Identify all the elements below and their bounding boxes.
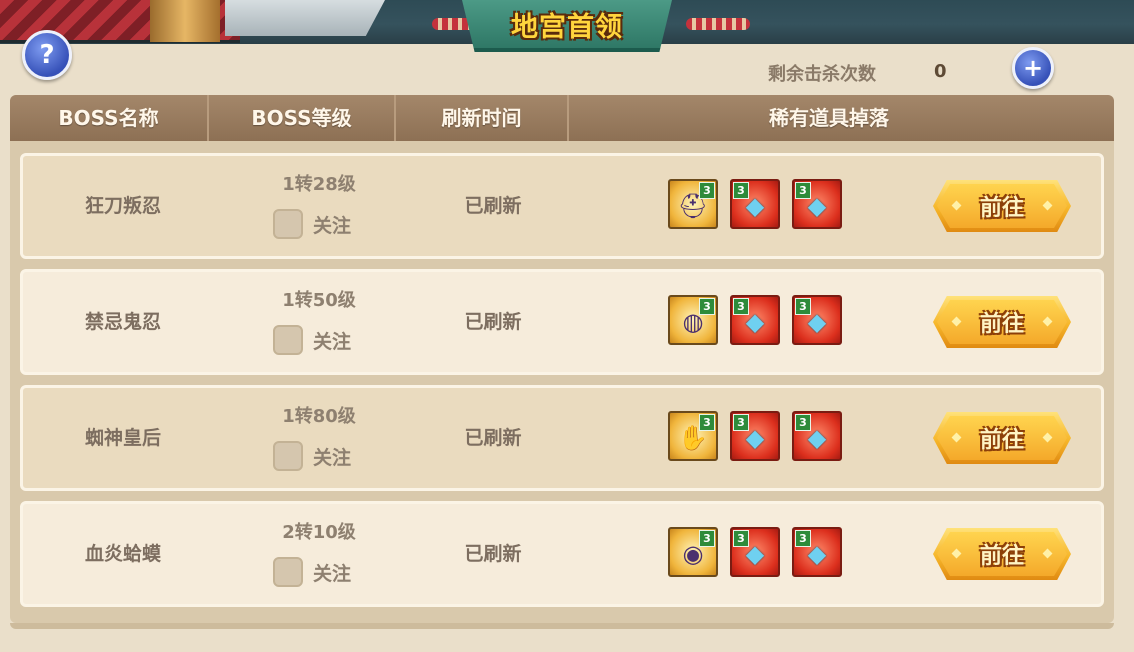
follow-label: 关注 xyxy=(313,562,352,585)
boss-row: 蜘神皇后 1转80级 关注 已刷新 ✋ 3 ◆ 3 ◆ 3 前往 xyxy=(20,385,1104,491)
item-quality-badge: 3 xyxy=(699,414,715,431)
column-header-name: BOSS名称 xyxy=(10,95,209,141)
boss-name: 蜘神皇后 xyxy=(84,427,161,449)
boss-level: 1转50级 xyxy=(282,290,356,311)
column-header-refresh: 刷新时间 xyxy=(396,95,569,141)
follow-checkbox[interactable] xyxy=(273,325,303,355)
drop-items: ✋ 3 ◆ 3 ◆ 3 xyxy=(668,411,842,461)
boss-level: 2转10级 xyxy=(282,522,356,543)
follow-checkbox[interactable] xyxy=(273,557,303,587)
item-quality-badge: 3 xyxy=(699,182,715,199)
follow-label: 关注 xyxy=(313,446,352,469)
boss-row: 禁忌鬼忍 1转50级 关注 已刷新 ◍ 3 ◆ 3 ◆ 3 前往 xyxy=(20,269,1104,375)
follow-toggle[interactable]: 关注 xyxy=(273,440,351,472)
go-button[interactable]: 前往 xyxy=(933,180,1071,232)
go-button-label: 前往 xyxy=(979,196,1024,221)
drop-item[interactable]: ◆ 3 xyxy=(792,179,842,229)
drop-item[interactable]: ◉ 3 xyxy=(668,527,718,577)
follow-toggle[interactable]: 关注 xyxy=(273,324,351,356)
remaining-kills-value: 0 xyxy=(934,61,947,82)
remaining-kills-label: 剩余击杀次数 xyxy=(768,64,876,85)
plus-icon: + xyxy=(1022,54,1044,82)
go-button-label: 前往 xyxy=(979,312,1024,337)
item-quality-badge: 3 xyxy=(733,414,749,431)
drop-item[interactable]: ◆ 3 xyxy=(792,527,842,577)
go-button[interactable]: 前往 xyxy=(933,296,1071,348)
refresh-status: 已刷新 xyxy=(464,311,522,333)
refresh-status: 已刷新 xyxy=(464,543,522,565)
follow-label: 关注 xyxy=(313,330,352,353)
item-quality-badge: 3 xyxy=(795,182,811,199)
drop-items: ⛑ 3 ◆ 3 ◆ 3 xyxy=(668,179,842,229)
boss-row: 狂刀叛忍 1转28级 关注 已刷新 ⛑ 3 ◆ 3 ◆ 3 前往 xyxy=(20,153,1104,259)
drop-item[interactable]: ⛑ 3 xyxy=(668,179,718,229)
title-plate: 地宫首领 xyxy=(462,0,672,52)
follow-toggle[interactable]: 关注 xyxy=(273,208,351,240)
boss-level: 1转80级 xyxy=(282,406,356,427)
go-button-label: 前往 xyxy=(979,544,1024,569)
drop-item[interactable]: ◆ 3 xyxy=(792,295,842,345)
table-bottom-edge xyxy=(10,623,1114,629)
go-button[interactable]: 前往 xyxy=(933,528,1071,580)
question-icon: ? xyxy=(39,40,55,70)
page-title: 地宫首领 xyxy=(511,11,623,43)
go-button[interactable]: 前往 xyxy=(933,412,1071,464)
item-quality-badge: 3 xyxy=(733,298,749,315)
follow-checkbox[interactable] xyxy=(273,209,303,239)
drop-items: ◉ 3 ◆ 3 ◆ 3 xyxy=(668,527,842,577)
drop-item[interactable]: ◆ 3 xyxy=(730,527,780,577)
item-quality-badge: 3 xyxy=(733,530,749,547)
drop-item[interactable]: ◆ 3 xyxy=(730,295,780,345)
boss-row: 血炎蛤蟆 2转10级 关注 已刷新 ◉ 3 ◆ 3 ◆ 3 前往 xyxy=(20,501,1104,607)
boss-name: 禁忌鬼忍 xyxy=(84,311,161,333)
drop-item[interactable]: ✋ 3 xyxy=(668,411,718,461)
boss-level: 1转28级 xyxy=(282,174,356,195)
drop-item[interactable]: ◆ 3 xyxy=(792,411,842,461)
item-quality-badge: 3 xyxy=(699,298,715,315)
drop-item[interactable]: ◆ 3 xyxy=(730,179,780,229)
drop-items: ◍ 3 ◆ 3 ◆ 3 xyxy=(668,295,842,345)
follow-toggle[interactable]: 关注 xyxy=(273,556,351,588)
item-quality-badge: 3 xyxy=(795,414,811,431)
boss-name: 血炎蛤蟆 xyxy=(84,543,161,565)
sword-blade-decoration xyxy=(225,0,385,36)
item-quality-badge: 3 xyxy=(795,298,811,315)
follow-checkbox[interactable] xyxy=(273,441,303,471)
drop-item[interactable]: ◍ 3 xyxy=(668,295,718,345)
boss-table: BOSS名称 BOSS等级 刷新时间 稀有道具掉落 狂刀叛忍 1转28级 关注 … xyxy=(10,95,1114,623)
add-kills-button[interactable]: + xyxy=(1012,47,1054,89)
refresh-status: 已刷新 xyxy=(464,427,522,449)
go-button-label: 前往 xyxy=(979,428,1024,453)
drop-item[interactable]: ◆ 3 xyxy=(730,411,780,461)
item-quality-badge: 3 xyxy=(733,182,749,199)
item-quality-badge: 3 xyxy=(795,530,811,547)
follow-label: 关注 xyxy=(313,214,352,237)
help-button[interactable]: ? xyxy=(22,30,72,80)
item-quality-badge: 3 xyxy=(699,530,715,547)
rope-decoration-right xyxy=(686,18,750,30)
refresh-status: 已刷新 xyxy=(464,195,522,217)
column-header-level: BOSS等级 xyxy=(209,95,396,141)
table-header: BOSS名称 BOSS等级 刷新时间 稀有道具掉落 xyxy=(10,95,1114,141)
column-header-drops: 稀有道具掉落 xyxy=(769,106,889,130)
sword-guard-decoration xyxy=(150,0,220,42)
boss-name: 狂刀叛忍 xyxy=(84,195,161,217)
